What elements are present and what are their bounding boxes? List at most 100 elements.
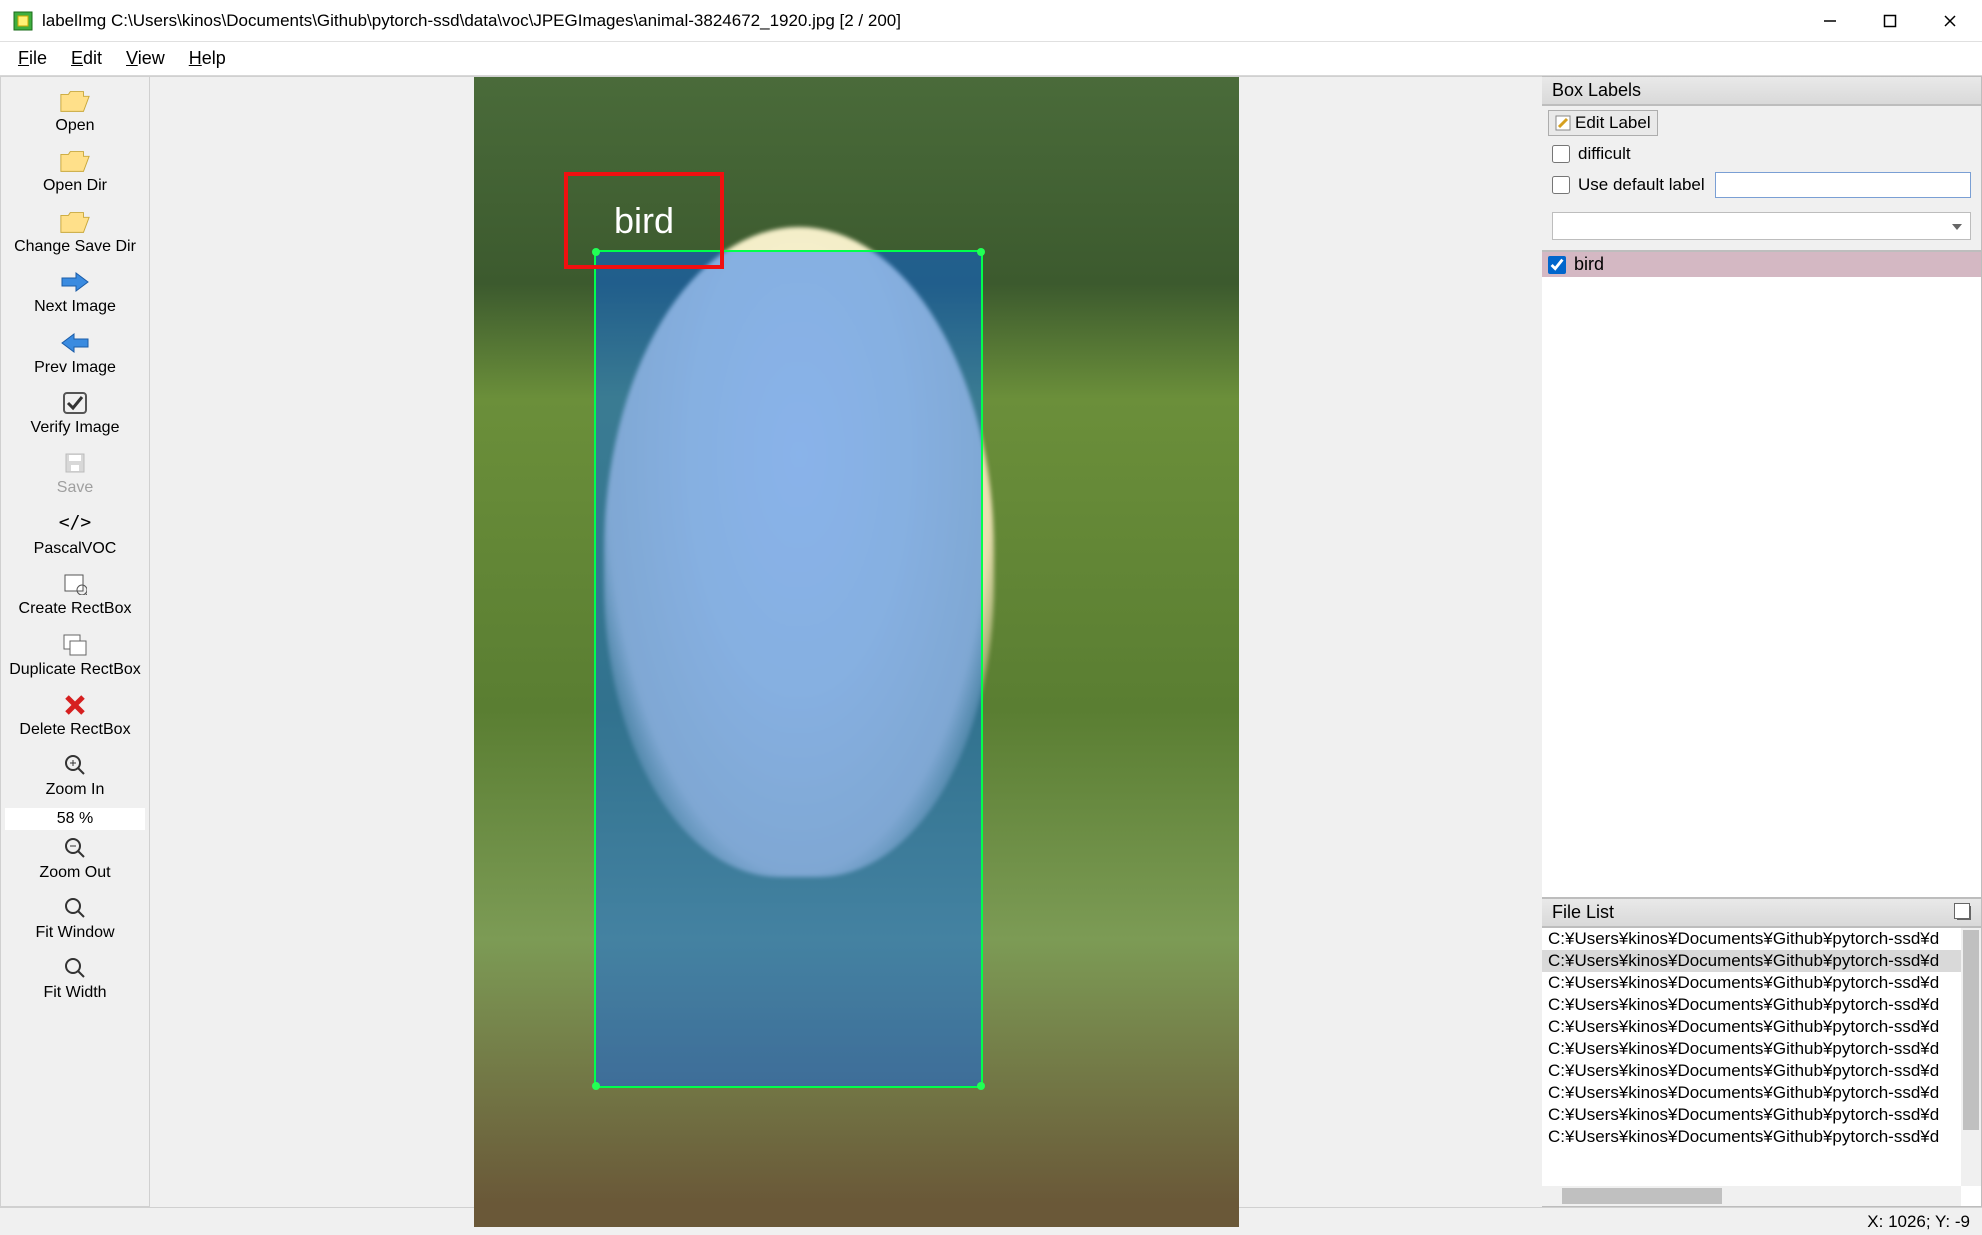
- menu-file[interactable]: File: [6, 44, 59, 73]
- file-list-item[interactable]: C:¥Users¥kinos¥Documents¥Github¥pytorch-…: [1542, 1126, 1981, 1148]
- resize-handle-sw[interactable]: [592, 1082, 600, 1090]
- bounding-box[interactable]: [594, 250, 983, 1088]
- use-default-label-input[interactable]: [1552, 176, 1570, 194]
- arrow-right-icon: [59, 268, 91, 296]
- box-labels-panel: Edit Label difficult Use default label: [1542, 105, 1982, 251]
- save-button: Save: [1, 445, 149, 505]
- file-list[interactable]: C:¥Users¥kinos¥Documents¥Github¥pytorch-…: [1542, 927, 1982, 1207]
- tool-label: Save: [57, 479, 93, 497]
- tool-label: Verify Image: [31, 419, 120, 437]
- annotation-label[interactable]: bird: [564, 172, 724, 269]
- zoom-value-input[interactable]: 58 %: [5, 808, 145, 830]
- file-list-item[interactable]: C:¥Users¥kinos¥Documents¥Github¥pytorch-…: [1542, 1104, 1981, 1126]
- folder-save-icon: [59, 208, 91, 236]
- tool-label: Open Dir: [43, 177, 107, 195]
- change-save-dir-button[interactable]: Change Save Dir: [1, 204, 149, 264]
- open-button[interactable]: Open: [1, 83, 149, 143]
- titlebar: labelImg C:\Users\kinos\Documents\Github…: [0, 0, 1982, 42]
- label-item-text: bird: [1574, 254, 1604, 275]
- next-image-button[interactable]: Next Image: [1, 264, 149, 324]
- cursor-coordinates: X: 1026; Y: -9: [1867, 1212, 1970, 1232]
- code-icon: </>: [59, 510, 91, 538]
- checkbox-label: Use default label: [1578, 175, 1705, 195]
- canvas[interactable]: bird: [150, 76, 1542, 1207]
- file-list-item[interactable]: C:¥Users¥kinos¥Documents¥Github¥pytorch-…: [1542, 1016, 1981, 1038]
- label-combo[interactable]: [1552, 212, 1971, 240]
- menu-view[interactable]: View: [114, 44, 177, 73]
- undock-icon[interactable]: [1957, 906, 1971, 920]
- toolbar: Open Open Dir Change Save Dir Next Image…: [0, 76, 150, 1207]
- create-rect-icon: [59, 570, 91, 598]
- delete-rectbox-button[interactable]: Delete RectBox: [1, 687, 149, 747]
- file-list-item[interactable]: C:¥Users¥kinos¥Documents¥Github¥pytorch-…: [1542, 950, 1981, 972]
- tool-label: Zoom Out: [39, 864, 110, 882]
- prev-image-button[interactable]: Prev Image: [1, 325, 149, 385]
- folder-open-icon: [59, 87, 91, 115]
- fit-window-icon: [59, 894, 91, 922]
- maximize-button[interactable]: [1860, 0, 1920, 42]
- open-dir-button[interactable]: Open Dir: [1, 143, 149, 203]
- format-toggle-button[interactable]: </> PascalVOC: [1, 506, 149, 566]
- tool-label: Open: [55, 117, 94, 135]
- scrollbar-thumb[interactable]: [1963, 930, 1979, 1130]
- label-list[interactable]: bird: [1542, 251, 1982, 898]
- tool-label: Fit Window: [35, 924, 114, 942]
- panel-title-text: Box Labels: [1552, 80, 1641, 101]
- zoom-in-button[interactable]: Zoom In: [1, 747, 149, 807]
- file-list-item[interactable]: C:¥Users¥kinos¥Documents¥Github¥pytorch-…: [1542, 1060, 1981, 1082]
- use-default-label-checkbox[interactable]: Use default label: [1552, 175, 1705, 195]
- minimize-button[interactable]: [1800, 0, 1860, 42]
- button-label: Edit Label: [1575, 113, 1651, 133]
- resize-handle-ne[interactable]: [977, 248, 985, 256]
- checkbox-label: difficult: [1578, 144, 1631, 164]
- create-rectbox-button[interactable]: Create RectBox: [1, 566, 149, 626]
- tool-label: Delete RectBox: [19, 721, 130, 739]
- tool-label: Create RectBox: [19, 600, 132, 618]
- scrollbar-thumb[interactable]: [1562, 1188, 1722, 1204]
- close-button[interactable]: [1920, 0, 1980, 42]
- fit-width-button[interactable]: Fit Width: [1, 950, 149, 1010]
- right-panel: Box Labels Edit Label difficult Use defa…: [1542, 76, 1982, 1207]
- box-labels-header: Box Labels: [1542, 76, 1982, 105]
- zoom-out-icon: [59, 834, 91, 862]
- resize-handle-se[interactable]: [977, 1082, 985, 1090]
- tool-label: Fit Width: [43, 984, 106, 1002]
- label-item-checkbox[interactable]: [1548, 256, 1566, 274]
- fit-width-icon: [59, 954, 91, 982]
- file-list-item[interactable]: C:¥Users¥kinos¥Documents¥Github¥pytorch-…: [1542, 994, 1981, 1016]
- tool-label: Next Image: [34, 298, 116, 316]
- edit-label-button[interactable]: Edit Label: [1548, 110, 1658, 136]
- pencil-icon: [1555, 115, 1571, 131]
- duplicate-rectbox-button[interactable]: Duplicate RectBox: [1, 627, 149, 687]
- scrollbar-vertical[interactable]: [1961, 928, 1981, 1186]
- file-list-item[interactable]: C:¥Users¥kinos¥Documents¥Github¥pytorch-…: [1542, 972, 1981, 994]
- fit-window-button[interactable]: Fit Window: [1, 890, 149, 950]
- delete-icon: [59, 691, 91, 719]
- zoom-out-button[interactable]: Zoom Out: [1, 830, 149, 890]
- scrollbar-horizontal[interactable]: [1542, 1186, 1961, 1206]
- tool-label: Change Save Dir: [14, 238, 136, 256]
- verify-image-button[interactable]: Verify Image: [1, 385, 149, 445]
- tool-label: Zoom In: [46, 781, 105, 799]
- tool-label: Duplicate RectBox: [9, 661, 141, 679]
- file-list-item[interactable]: C:¥Users¥kinos¥Documents¥Github¥pytorch-…: [1542, 1082, 1981, 1104]
- panel-title-text: File List: [1552, 902, 1614, 923]
- duplicate-icon: [59, 631, 91, 659]
- menu-edit[interactable]: Edit: [59, 44, 114, 73]
- label-list-item[interactable]: bird: [1542, 252, 1981, 277]
- file-list-header: File List: [1542, 898, 1982, 927]
- file-list-item[interactable]: C:¥Users¥kinos¥Documents¥Github¥pytorch-…: [1542, 1038, 1981, 1060]
- folder-icon: [59, 147, 91, 175]
- file-list-item[interactable]: C:¥Users¥kinos¥Documents¥Github¥pytorch-…: [1542, 928, 1981, 950]
- menu-help[interactable]: Help: [177, 44, 238, 73]
- default-label-input[interactable]: [1715, 172, 1971, 198]
- app-icon: [12, 10, 34, 32]
- check-icon: [59, 389, 91, 417]
- tool-label: PascalVOC: [34, 540, 117, 558]
- difficult-checkbox-input[interactable]: [1552, 145, 1570, 163]
- arrow-left-icon: [59, 329, 91, 357]
- save-icon: [59, 449, 91, 477]
- image-view[interactable]: bird: [474, 77, 1239, 1227]
- menubar: File Edit View Help: [0, 42, 1982, 75]
- difficult-checkbox[interactable]: difficult: [1552, 144, 1971, 164]
